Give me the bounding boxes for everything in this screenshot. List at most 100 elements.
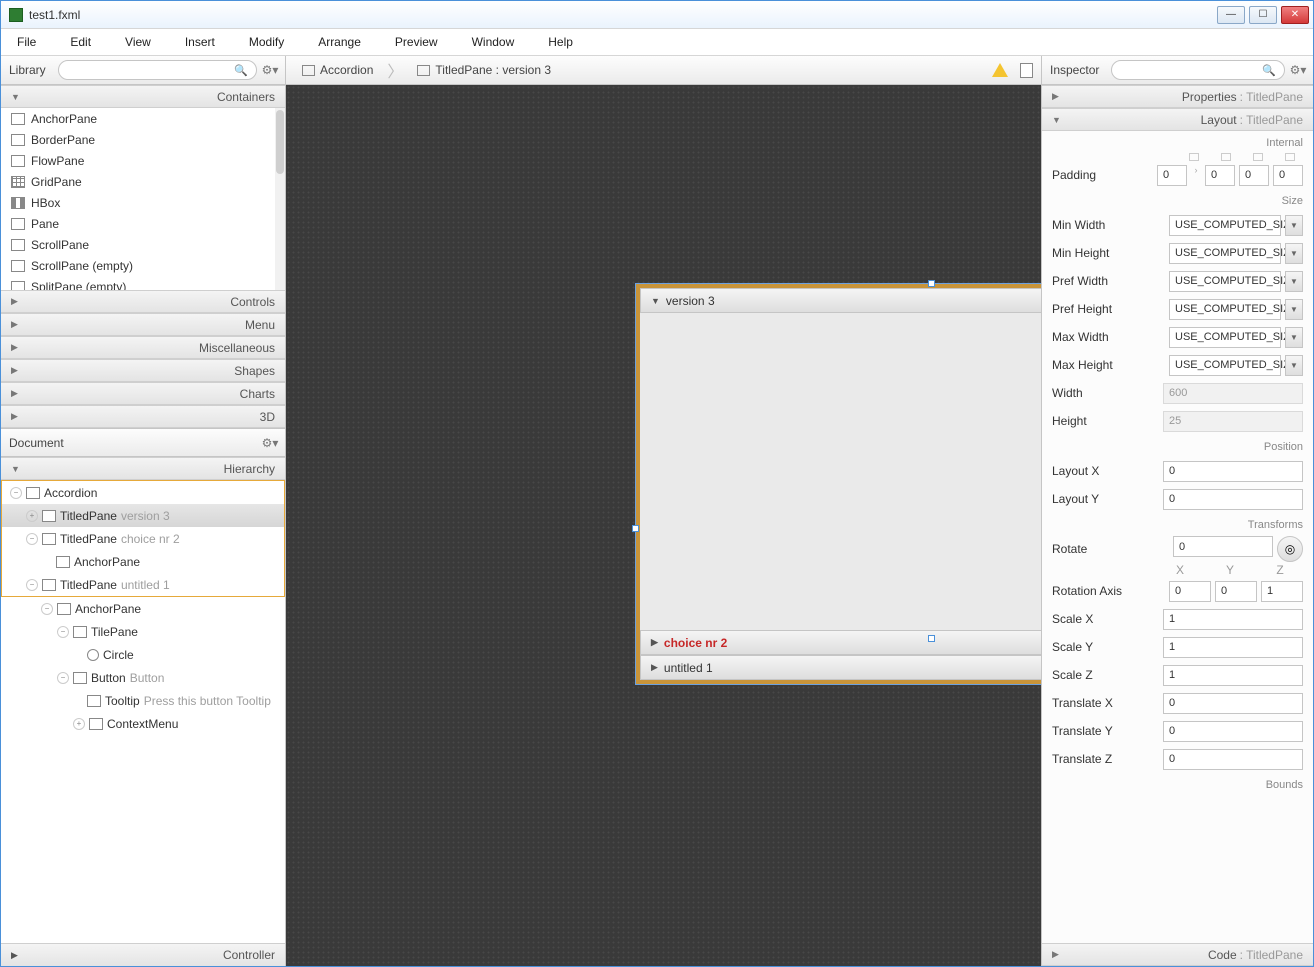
section-menu[interactable]: ▶Menu [1, 313, 285, 336]
menu-edit[interactable]: Edit [64, 31, 97, 53]
inspector-search[interactable]: 🔍 [1111, 60, 1285, 80]
library-search[interactable]: 🔍 [58, 60, 257, 80]
pref-width-input[interactable]: USE_COMPUTED_SIZE [1169, 271, 1281, 292]
resize-handle[interactable] [928, 635, 935, 642]
rotate-button[interactable]: ◎ [1277, 536, 1303, 562]
axis-y-input[interactable]: 0 [1215, 581, 1257, 602]
list-item[interactable]: SplitPane (empty) [1, 276, 285, 290]
dropdown-button[interactable]: ▼ [1285, 271, 1303, 292]
tree-row-button[interactable]: −ButtonButton [1, 666, 285, 689]
menu-modify[interactable]: Modify [243, 31, 290, 53]
min-height-input[interactable]: USE_COMPUTED_SIZE [1169, 243, 1281, 264]
css-icon[interactable] [1020, 63, 1033, 78]
axis-x-input[interactable]: 0 [1169, 581, 1211, 602]
subheader-size: Size [1042, 189, 1313, 211]
close-button[interactable]: ✕ [1281, 6, 1309, 24]
tree-row-contextmenu[interactable]: +ContextMenu [1, 712, 285, 735]
menu-window[interactable]: Window [466, 31, 521, 53]
menu-view[interactable]: View [119, 31, 157, 53]
scale-y-input[interactable]: 1 [1163, 637, 1303, 658]
scale-z-input[interactable]: 1 [1163, 665, 1303, 686]
tree-row-anchorpane-2[interactable]: −AnchorPane [1, 597, 285, 620]
tree-row-titledpane-3[interactable]: −TitledPaneuntitled 1 [2, 573, 284, 596]
titledpane-body[interactable] [640, 313, 1041, 630]
dropdown-button[interactable]: ▼ [1285, 299, 1303, 320]
scrollbar[interactable] [275, 108, 285, 290]
section-hierarchy[interactable]: ▼Hierarchy [1, 457, 285, 480]
list-item[interactable]: GridPane [1, 171, 285, 192]
pref-height-input[interactable]: USE_COMPUTED_SIZE [1169, 299, 1281, 320]
padding-top-input[interactable]: 0 [1157, 165, 1187, 186]
minimize-button[interactable]: — [1217, 6, 1245, 24]
section-misc[interactable]: ▶Miscellaneous [1, 336, 285, 359]
section-charts[interactable]: ▶Charts [1, 382, 285, 405]
warning-icon[interactable] [992, 63, 1008, 77]
translate-z-input[interactable]: 0 [1163, 749, 1303, 770]
inspector-properties[interactable]: ▶Properties: TitledPane [1042, 85, 1313, 108]
height-readonly: 25 [1163, 411, 1303, 432]
list-item[interactable]: FlowPane [1, 150, 285, 171]
padding-right-input[interactable]: 0 [1205, 165, 1235, 186]
inspector-gear-icon[interactable]: ⚙▾ [1291, 63, 1305, 77]
tree-row-titledpane-1[interactable]: +TitledPaneversion 3 [2, 504, 284, 527]
library-gear-icon[interactable]: ⚙▾ [263, 63, 277, 77]
breadcrumb-titledpane[interactable]: TitledPane : version 3 [409, 61, 559, 79]
menu-preview[interactable]: Preview [389, 31, 444, 53]
list-item[interactable]: HBox [1, 192, 285, 213]
maximize-button[interactable]: ☐ [1249, 6, 1277, 24]
translate-y-input[interactable]: 0 [1163, 721, 1303, 742]
titledpane-header-1[interactable]: ▼version 3 [640, 288, 1041, 313]
section-shapes[interactable]: ▶Shapes [1, 359, 285, 382]
search-icon: 🔍 [234, 64, 248, 77]
dropdown-button[interactable]: ▼ [1285, 355, 1303, 376]
menu-file[interactable]: File [11, 31, 42, 53]
accordion-widget[interactable]: ▼version 3 ▶choice nr 2 ▶untitled 1 [636, 284, 1041, 684]
dropdown-button[interactable]: ▼ [1285, 215, 1303, 236]
layout-y-input[interactable]: 0 [1163, 489, 1303, 510]
inspector-layout[interactable]: ▼Layout: TitledPane [1042, 108, 1313, 131]
padding-bottom-input[interactable]: 0 [1239, 165, 1269, 186]
tree-row-tooltip[interactable]: TooltipPress this button Tooltip [1, 689, 285, 712]
list-item[interactable]: Pane [1, 213, 285, 234]
link-icon[interactable]: › [1191, 165, 1201, 186]
axis-z-input[interactable]: 1 [1261, 581, 1303, 602]
list-item[interactable]: ScrollPane (empty) [1, 255, 285, 276]
menu-insert[interactable]: Insert [179, 31, 221, 53]
titledpane-header-3[interactable]: ▶untitled 1 [640, 655, 1041, 680]
tree-row-circle[interactable]: Circle [1, 643, 285, 666]
inspector-code[interactable]: ▶Code: TitledPane [1042, 943, 1313, 966]
tree-row-titledpane-2[interactable]: −TitledPanechoice nr 2 [2, 527, 284, 550]
min-width-input[interactable]: USE_COMPUTED_SIZE [1169, 215, 1281, 236]
document-gear-icon[interactable]: ⚙▾ [263, 436, 277, 450]
dropdown-button[interactable]: ▼ [1285, 327, 1303, 348]
padding-left-input[interactable]: 0 [1273, 165, 1303, 186]
section-containers[interactable]: ▼Containers [1, 85, 285, 108]
section-controls[interactable]: ▶Controls [1, 290, 285, 313]
list-item[interactable]: BorderPane [1, 129, 285, 150]
inspector-body: Internal Padding 0 › 0 0 0 Size Min Widt… [1042, 131, 1313, 943]
titledpane-header-2[interactable]: ▶choice nr 2 [640, 630, 1041, 655]
section-3d[interactable]: ▶3D [1, 405, 285, 428]
max-width-input[interactable]: USE_COMPUTED_SIZE [1169, 327, 1281, 348]
translate-x-input[interactable]: 0 [1163, 693, 1303, 714]
design-canvas[interactable]: ▼version 3 ▶choice nr 2 ▶untitled 1 [286, 85, 1041, 966]
subheader-bounds: Bounds [1042, 773, 1313, 795]
resize-handle[interactable] [928, 280, 935, 287]
breadcrumb-accordion[interactable]: Accordion [294, 61, 381, 79]
tree-row-tilepane[interactable]: −TilePane [1, 620, 285, 643]
dropdown-button[interactable]: ▼ [1285, 243, 1303, 264]
menu-arrange[interactable]: Arrange [312, 31, 367, 53]
section-controller[interactable]: ▶Controller [1, 943, 285, 966]
layout-x-input[interactable]: 0 [1163, 461, 1303, 482]
tree-row-accordion[interactable]: −Accordion [2, 481, 284, 504]
titlebar: test1.fxml — ☐ ✕ [1, 1, 1313, 29]
list-item[interactable]: ScrollPane [1, 234, 285, 255]
rotate-input[interactable]: 0 [1173, 536, 1273, 557]
max-height-input[interactable]: USE_COMPUTED_SIZE [1169, 355, 1281, 376]
menu-help[interactable]: Help [542, 31, 579, 53]
scale-x-input[interactable]: 1 [1163, 609, 1303, 630]
tree-row-anchorpane-1[interactable]: AnchorPane [2, 550, 284, 573]
resize-handle[interactable] [632, 525, 639, 532]
list-item[interactable]: AnchorPane [1, 108, 285, 129]
window-title: test1.fxml [29, 8, 1217, 22]
